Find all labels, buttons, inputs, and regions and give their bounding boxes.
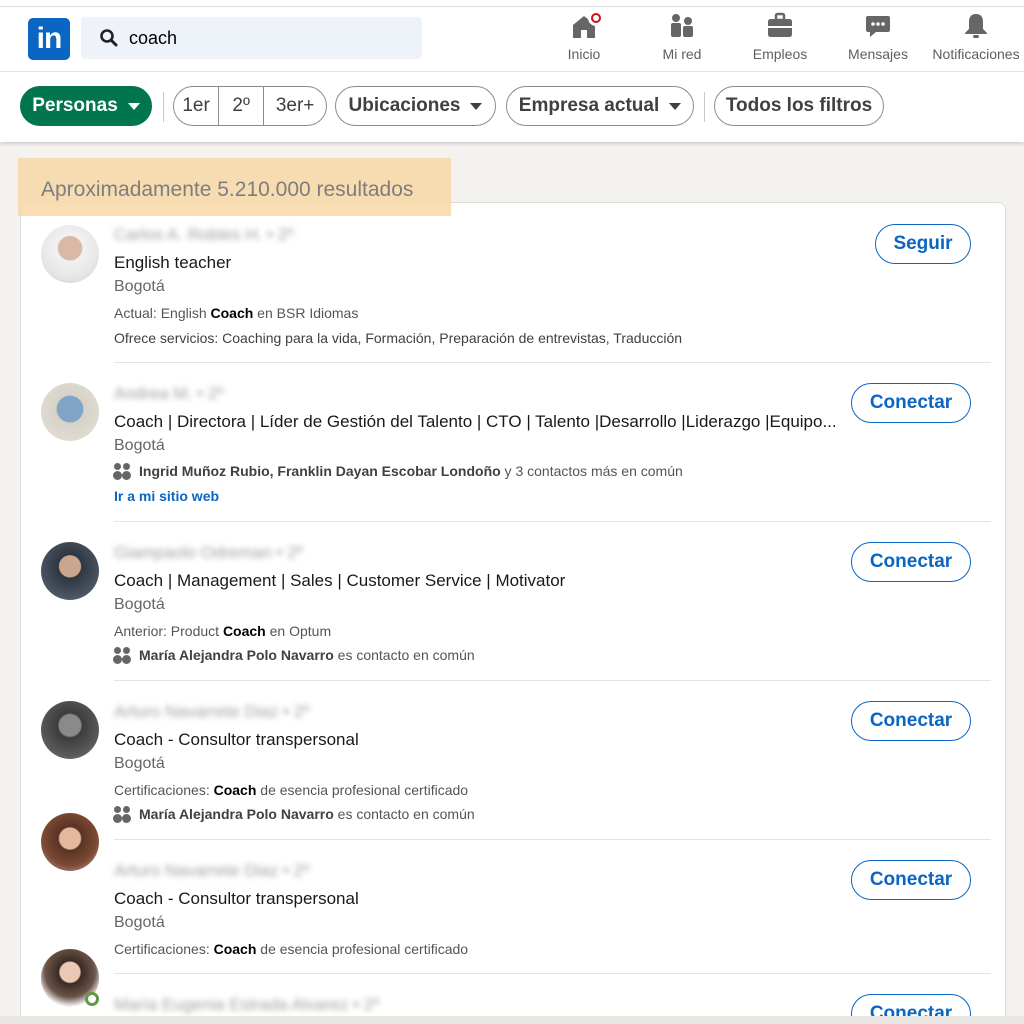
- bottom-edge: [0, 1016, 1024, 1024]
- row-divider: [114, 680, 991, 681]
- nav-mi-red[interactable]: Mi red: [656, 12, 708, 67]
- people-icon: [114, 463, 132, 479]
- notification-badge: [588, 10, 604, 26]
- degree-3-button[interactable]: 3er+: [264, 87, 326, 125]
- personas-filter-button[interactable]: Personas: [20, 86, 152, 126]
- results-count-highlight: Aproximadamente 5.210.000 resultados: [18, 158, 451, 216]
- person-headline: Coach | Directora | Líder de Gestión del…: [114, 412, 837, 431]
- briefcase-icon: [768, 12, 792, 37]
- nav-inicio[interactable]: Inicio: [560, 10, 608, 67]
- avatar[interactable]: [41, 813, 99, 871]
- avatar[interactable]: [41, 225, 99, 283]
- person-headline: Coach - Consultor transpersonal: [114, 730, 359, 749]
- person-name[interactable]: Carlos A. Robles H. • 2º: [114, 225, 293, 245]
- filter-divider: [704, 92, 705, 122]
- degree-2-button[interactable]: 2º: [219, 87, 265, 125]
- person-headline: English teacher: [114, 253, 232, 272]
- connect-button[interactable]: Conectar: [851, 383, 971, 423]
- person-certifications: Certificaciones: Coach de esencia profes…: [114, 782, 469, 798]
- ubicaciones-label: Ubicaciones: [348, 95, 461, 116]
- person-services: Ofrece servicios: Coaching para la vida,…: [114, 330, 683, 346]
- row-divider: [114, 362, 991, 363]
- all-filters-button[interactable]: Todos los filtros: [714, 86, 884, 126]
- nav-label: Empleos: [752, 46, 808, 62]
- person-location: Bogotá: [114, 437, 165, 454]
- person-name[interactable]: Andrea M. • 2º: [114, 384, 224, 404]
- degree-1-button[interactable]: 1er: [174, 87, 220, 125]
- follow-button[interactable]: Seguir: [875, 224, 971, 264]
- all-filters-label: Todos los filtros: [725, 95, 873, 116]
- person-current-role: Actual: English Coach en BSR Idiomas: [114, 305, 359, 321]
- online-status-indicator: [85, 992, 99, 1006]
- person-location: Bogotá: [114, 596, 165, 613]
- filter-divider: [163, 92, 164, 122]
- results-count: Aproximadamente 5.210.000 resultados: [41, 178, 414, 201]
- person-location: Bogotá: [114, 914, 165, 931]
- person-name[interactable]: María Eugenia Estrada Alvarez • 2º: [114, 995, 379, 1015]
- search-box[interactable]: [81, 17, 422, 59]
- website-link[interactable]: Ir a mi sitio web: [114, 488, 219, 504]
- caret-down-icon: [470, 102, 483, 110]
- nav-label: Mi red: [662, 46, 702, 62]
- row-divider: [114, 521, 991, 522]
- nav-label: Notificaciones: [932, 46, 1020, 62]
- caret-down-icon: [669, 102, 682, 110]
- bell-icon: [965, 14, 987, 38]
- results-list: Carlos A. Robles H. • 2º English teacher…: [20, 202, 1006, 1024]
- search-icon: [100, 29, 118, 47]
- nav-notificaciones[interactable]: Notificaciones: [930, 12, 1022, 67]
- nav-label: Mensajes: [848, 46, 908, 62]
- row-divider: [114, 839, 991, 840]
- person-headline: Coach | Management | Sales | Customer Se…: [114, 571, 566, 590]
- mutual-connections: María Alejandra Polo Navarro es contacto…: [114, 806, 475, 822]
- messaging-icon: [866, 16, 890, 37]
- empresa-label: Empresa actual: [518, 95, 660, 116]
- connect-button[interactable]: Conectar: [851, 542, 971, 582]
- avatar[interactable]: [41, 701, 99, 759]
- search-filters-bar: Personas 1er 2º 3er+ Ubicaciones Empresa…: [0, 72, 1024, 142]
- person-previous-role: Anterior: Product Coach en Optum: [114, 623, 332, 639]
- nav-mensajes[interactable]: Mensajes: [844, 12, 912, 67]
- mutual-connections: María Alejandra Polo Navarro es contacto…: [114, 647, 475, 663]
- person-certifications: Certificaciones: Coach de esencia profes…: [114, 941, 469, 957]
- connect-button[interactable]: Conectar: [851, 860, 971, 900]
- row-divider: [114, 973, 991, 974]
- person-name[interactable]: Arturo Navarrete Diaz • 2º: [114, 702, 309, 722]
- nav-empleos[interactable]: Empleos: [748, 12, 812, 67]
- network-icon: [671, 14, 693, 37]
- person-name[interactable]: Arturo Navarrete Diaz • 2º: [114, 861, 309, 881]
- degree-filter-group: 1er 2º 3er+: [173, 86, 327, 126]
- connect-button[interactable]: Conectar: [851, 701, 971, 741]
- avatar[interactable]: [41, 542, 99, 600]
- people-icon: [114, 806, 132, 822]
- caret-down-icon: [127, 102, 140, 110]
- ubicaciones-filter-button[interactable]: Ubicaciones: [335, 86, 496, 126]
- person-location: Bogotá: [114, 278, 165, 295]
- top-border: [0, 6, 1024, 7]
- personas-label: Personas: [32, 95, 118, 116]
- avatar[interactable]: [41, 383, 99, 441]
- nav-label: Inicio: [567, 46, 601, 62]
- person-headline: Coach - Consultor transpersonal: [114, 889, 359, 908]
- linkedin-logo[interactable]: in: [28, 18, 70, 60]
- mutual-connections: Ingrid Muñoz Rubio, Franklin Dayan Escob…: [114, 463, 683, 479]
- person-name[interactable]: Giampaolo Odreman • 2º: [114, 543, 303, 563]
- search-input[interactable]: [129, 17, 409, 59]
- people-icon: [114, 647, 132, 663]
- empresa-filter-button[interactable]: Empresa actual: [506, 86, 694, 126]
- global-nav: in Inicio Mi red Empleos: [0, 0, 1024, 72]
- person-location: Bogotá: [114, 755, 165, 772]
